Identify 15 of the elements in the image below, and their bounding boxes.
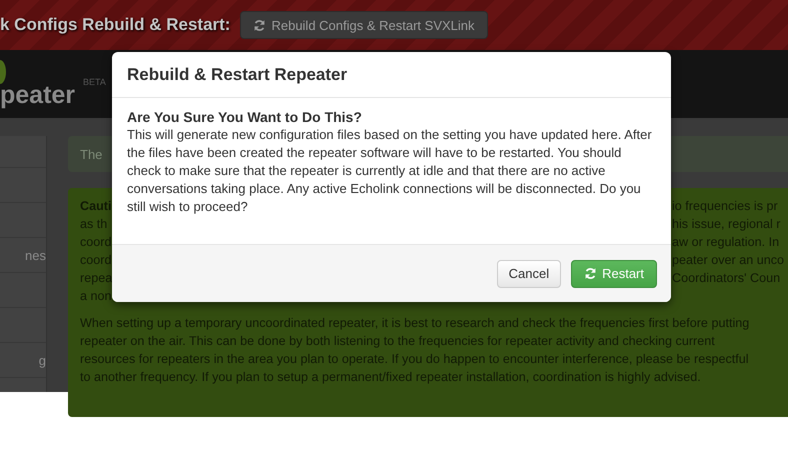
refresh-icon <box>584 267 598 280</box>
logo-text: peater <box>0 80 76 110</box>
logo-icon <box>0 60 6 84</box>
beta-label: BETA <box>83 77 106 87</box>
modal-message: This will generate new configuration files based on the setting you have updated here. After the files have been created the repeater software will have to be restarted. You should check to make sure that the repeater is currently at idle and that there are no active conversations taking place. Any active Echolink connections will be disconnected. Do you still wish to proceed? <box>127 126 653 216</box>
alert-text: The <box>80 146 102 162</box>
section-heading: k Configs Rebuild & Restart: <box>0 15 230 35</box>
modal-title: Rebuild & Restart Repeater <box>127 64 348 84</box>
sidebar-item[interactable]: g <box>38 352 46 368</box>
modal-question: Are You Sure You Want to Do This? <box>127 108 363 126</box>
cancel-button[interactable]: Cancel <box>496 260 562 288</box>
restart-button[interactable]: Restart <box>571 260 657 288</box>
refresh-icon <box>253 18 266 32</box>
sidebar-item[interactable]: nes <box>25 248 46 262</box>
rebuild-button[interactable]: Rebuild Configs & Restart SVXLink <box>240 11 488 39</box>
